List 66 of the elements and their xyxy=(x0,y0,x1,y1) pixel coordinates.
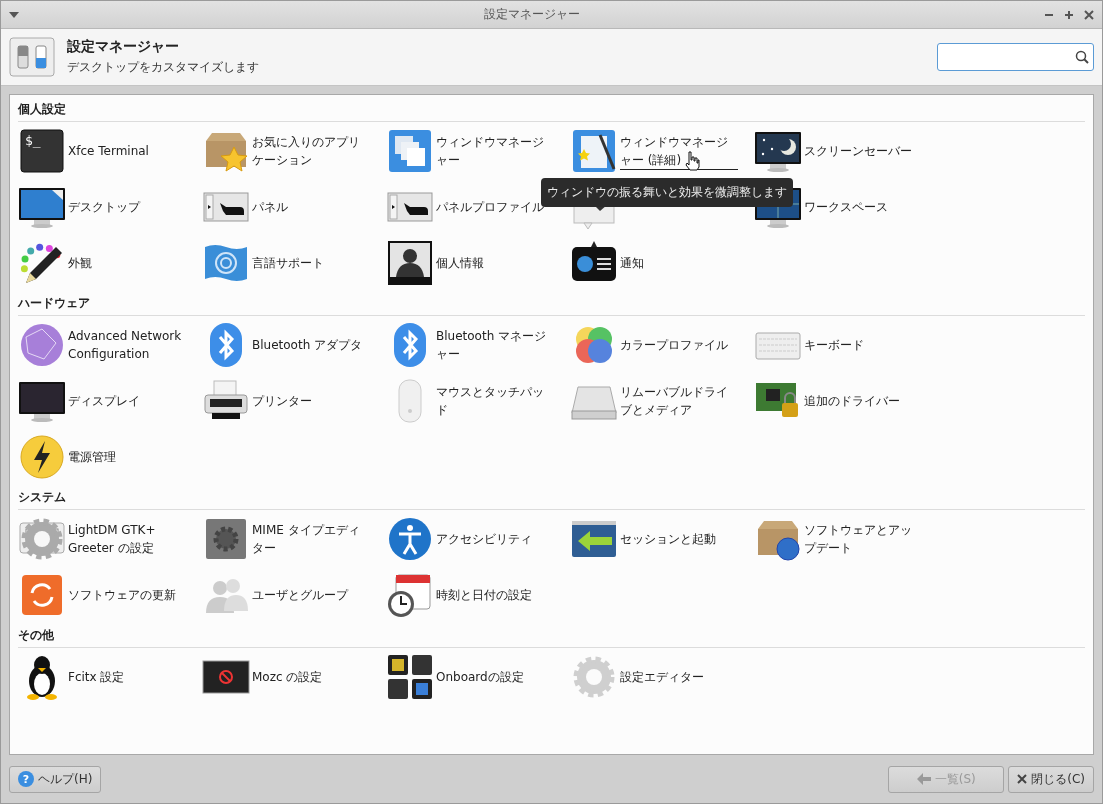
settings-item[interactable]: 個人情報 xyxy=(436,253,484,273)
settings-item[interactable]: Xfce Terminal xyxy=(68,141,149,161)
settings-item[interactable]: LightDM GTK+ Greeter の設定 xyxy=(68,520,186,558)
settings-item[interactable]: 追加のドライバー xyxy=(804,391,900,411)
settings-item[interactable]: プリンター xyxy=(252,391,312,411)
settings-item[interactable]: Bluetooth アダプタ xyxy=(252,335,363,355)
settings-item[interactable]: 設定エディター xyxy=(620,667,704,687)
header-subtitle: デスクトップをカスタマイズします xyxy=(67,59,260,76)
tooltip: ウィンドウの振る舞いと効果を微調整します xyxy=(541,178,793,207)
keys-icon xyxy=(386,653,434,701)
settings-item[interactable]: ソフトウェアとアップデート xyxy=(804,520,922,558)
search-field[interactable] xyxy=(937,43,1094,71)
settings-item[interactable]: ワークスペース xyxy=(804,197,888,217)
note-bubble-icon xyxy=(570,207,618,231)
settings-item[interactable]: デスクトップ xyxy=(68,197,140,217)
lightning-icon xyxy=(18,433,66,481)
settings-item[interactable]: MIME タイプエディター xyxy=(252,520,370,558)
settings-item[interactable]: セッションと起動 xyxy=(620,529,716,549)
settings-item[interactable]: Mozc の設定 xyxy=(252,667,323,687)
settings-item[interactable]: リムーバブルドライブとメディア xyxy=(620,382,738,420)
menu-caret-icon[interactable] xyxy=(9,11,19,18)
close-icon xyxy=(1017,774,1028,784)
close-icon[interactable] xyxy=(1084,9,1094,20)
settings-item[interactable]: パネル xyxy=(252,197,288,217)
prompt-glyph: $_ xyxy=(25,133,41,148)
close-button[interactable]: 閉じる(C) xyxy=(1008,765,1094,793)
switches-icon xyxy=(9,37,55,77)
settings-item[interactable]: 通知 xyxy=(620,253,644,273)
hand-cursor-icon xyxy=(684,151,700,171)
accessibility-icon xyxy=(386,515,434,563)
section-title: ハードウェア xyxy=(18,295,1085,316)
settings-item[interactable]: ディスプレイ xyxy=(68,391,140,411)
settings-item[interactable]: ソフトウェアの更新 xyxy=(68,585,176,605)
settings-item[interactable]: Advanced Network Configuration xyxy=(68,326,186,364)
settings-item[interactable]: 電源管理 xyxy=(68,447,116,467)
settings-item[interactable]: マウスとタッチパッド xyxy=(436,382,554,420)
windows-icon xyxy=(386,127,434,175)
section-title: 個人設定 xyxy=(18,101,1085,122)
globe-icon xyxy=(18,321,66,369)
maximize-icon[interactable] xyxy=(1064,9,1074,20)
help-icon: ? xyxy=(18,771,34,787)
settings-item[interactable]: Bluetooth マネージャー xyxy=(436,326,554,364)
settings-item[interactable]: スクリーンセーバー xyxy=(804,141,912,161)
settings-item[interactable]: 時刻と日付の設定 xyxy=(436,585,532,605)
settings-item[interactable]: キーボード xyxy=(804,335,864,355)
settings-item[interactable]: ウィンドウマネージャー xyxy=(436,132,554,170)
settings-item[interactable]: Onboardの設定 xyxy=(436,667,524,687)
calendar-clock-icon xyxy=(386,571,434,619)
search-icon xyxy=(1075,50,1089,64)
settings-item[interactable]: Fcitx 設定 xyxy=(68,667,125,687)
settings-item[interactable]: 外観 xyxy=(68,253,92,273)
section-title: その他 xyxy=(18,627,1085,648)
settings-item[interactable]: カラープロファイル xyxy=(620,335,728,355)
arrow-left-icon xyxy=(916,773,931,785)
settings-item[interactable]: ユーザとグループ xyxy=(252,585,348,605)
terminal-icon xyxy=(18,127,66,175)
settings-item[interactable]: アクセシビリティ xyxy=(436,529,532,549)
help-button[interactable]: ? ヘルプ(H) xyxy=(9,765,102,793)
section-title: システム xyxy=(18,489,1085,510)
settings-item[interactable]: パネルプロファイル xyxy=(436,197,544,217)
person-silhouette-icon xyxy=(386,239,434,287)
header-title: 設定マネージャー xyxy=(67,38,180,56)
settings-item[interactable]: 言語サポート xyxy=(252,253,324,273)
windows-wand-icon xyxy=(570,127,618,175)
settings-item[interactable]: お気に入りのアプリケーション xyxy=(252,132,370,170)
window-title: 設定マネージャー xyxy=(483,6,580,23)
